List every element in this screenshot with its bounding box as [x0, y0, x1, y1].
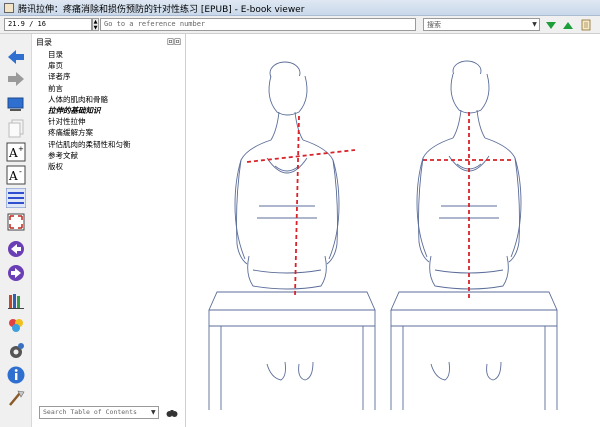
position-field[interactable]: 21.9 / 16 [4, 18, 92, 31]
toc-item[interactable]: 疼痛缓解方案 [48, 127, 131, 138]
app-icon [4, 3, 14, 13]
toc-item[interactable]: 评估肌肉的柔韧性和匀衡 [48, 139, 131, 150]
toc-item[interactable]: 目录 [48, 49, 131, 60]
fullscreen-icon[interactable] [6, 212, 26, 232]
title-bar: 腾讯拉伸：疼痛消除和损伤预防的针对性练习 [EPUB] - E-book vie… [0, 0, 600, 16]
info-icon[interactable] [6, 365, 26, 385]
toc-item[interactable]: 拉伸的基础知识 [48, 105, 131, 116]
display-icon[interactable] [6, 94, 26, 114]
toc-item[interactable]: 扉页 [48, 60, 131, 71]
toc-search-input[interactable]: Search Table of Contents [39, 406, 159, 419]
next-page-icon[interactable] [6, 263, 26, 283]
svg-text:A: A [8, 146, 18, 160]
svg-text:A: A [8, 169, 18, 183]
preferences-icon[interactable] [6, 315, 26, 335]
svg-text:+: + [18, 145, 24, 153]
book-page [187, 34, 600, 427]
left-figure [208, 61, 376, 410]
toc-item[interactable]: 译者序 [48, 71, 131, 82]
toc-header-buttons[interactable]: 回回 [167, 37, 181, 47]
font-larger-icon[interactable]: A + [6, 142, 26, 162]
toc-icon[interactable] [6, 188, 26, 208]
toc-header: 目录 [36, 38, 52, 47]
toc-item[interactable]: 参考文献 [48, 150, 131, 161]
window-title: 腾讯拉伸：疼痛消除和损伤预防的针对性练习 [EPUB] - E-book vie… [18, 5, 305, 15]
toc-item[interactable]: 针对性拉伸 [48, 116, 131, 127]
previous-page-icon[interactable] [6, 239, 26, 259]
toc-panel: 目录 回回 目录 扉页 译者序 前言 人体的肌肉和骨骼 拉伸的基础知识 针对性拉伸 疼痛缓解方… [32, 34, 186, 427]
reference-input[interactable]: Go to a reference number [100, 18, 416, 31]
search-dropdown-icon[interactable]: ▼ [530, 19, 539, 30]
position-spinner[interactable]: ▲ ▼ [92, 18, 99, 31]
forward-icon[interactable] [6, 69, 26, 89]
copy-icon[interactable] [6, 118, 26, 138]
toolbar: 21.9 / 16 ▲ ▼ Go to a reference number 搜索… [0, 16, 600, 34]
tools-icon[interactable] [6, 389, 26, 409]
left-toolbar: A + A - [0, 34, 32, 427]
settings-icon[interactable] [6, 341, 26, 361]
toc-search-dropdown-icon[interactable]: ▼ [151, 409, 156, 416]
font-smaller-icon[interactable]: A - [6, 165, 26, 185]
toc-item[interactable]: 前言 [48, 83, 131, 94]
right-figure [390, 60, 558, 410]
binoculars-icon[interactable] [166, 407, 178, 418]
svg-text:-: - [19, 167, 22, 176]
up-arrow-icon[interactable] [562, 19, 574, 31]
back-icon[interactable] [6, 47, 26, 67]
toc-item[interactable]: 版权 [48, 161, 131, 172]
search-input[interactable]: 搜索 [423, 18, 540, 31]
library-icon[interactable] [6, 291, 26, 311]
toc-item[interactable]: 人体的肌肉和骨骼 [48, 94, 131, 105]
posture-illustration [208, 60, 558, 410]
toc-list: 目录 扉页 译者序 前言 人体的肌肉和骨骼 拉伸的基础知识 针对性拉伸 疼痛缓解方案 评估肌肉的… [48, 49, 131, 172]
down-arrow-icon[interactable] [545, 19, 557, 31]
scroll-icon[interactable] [580, 19, 592, 31]
